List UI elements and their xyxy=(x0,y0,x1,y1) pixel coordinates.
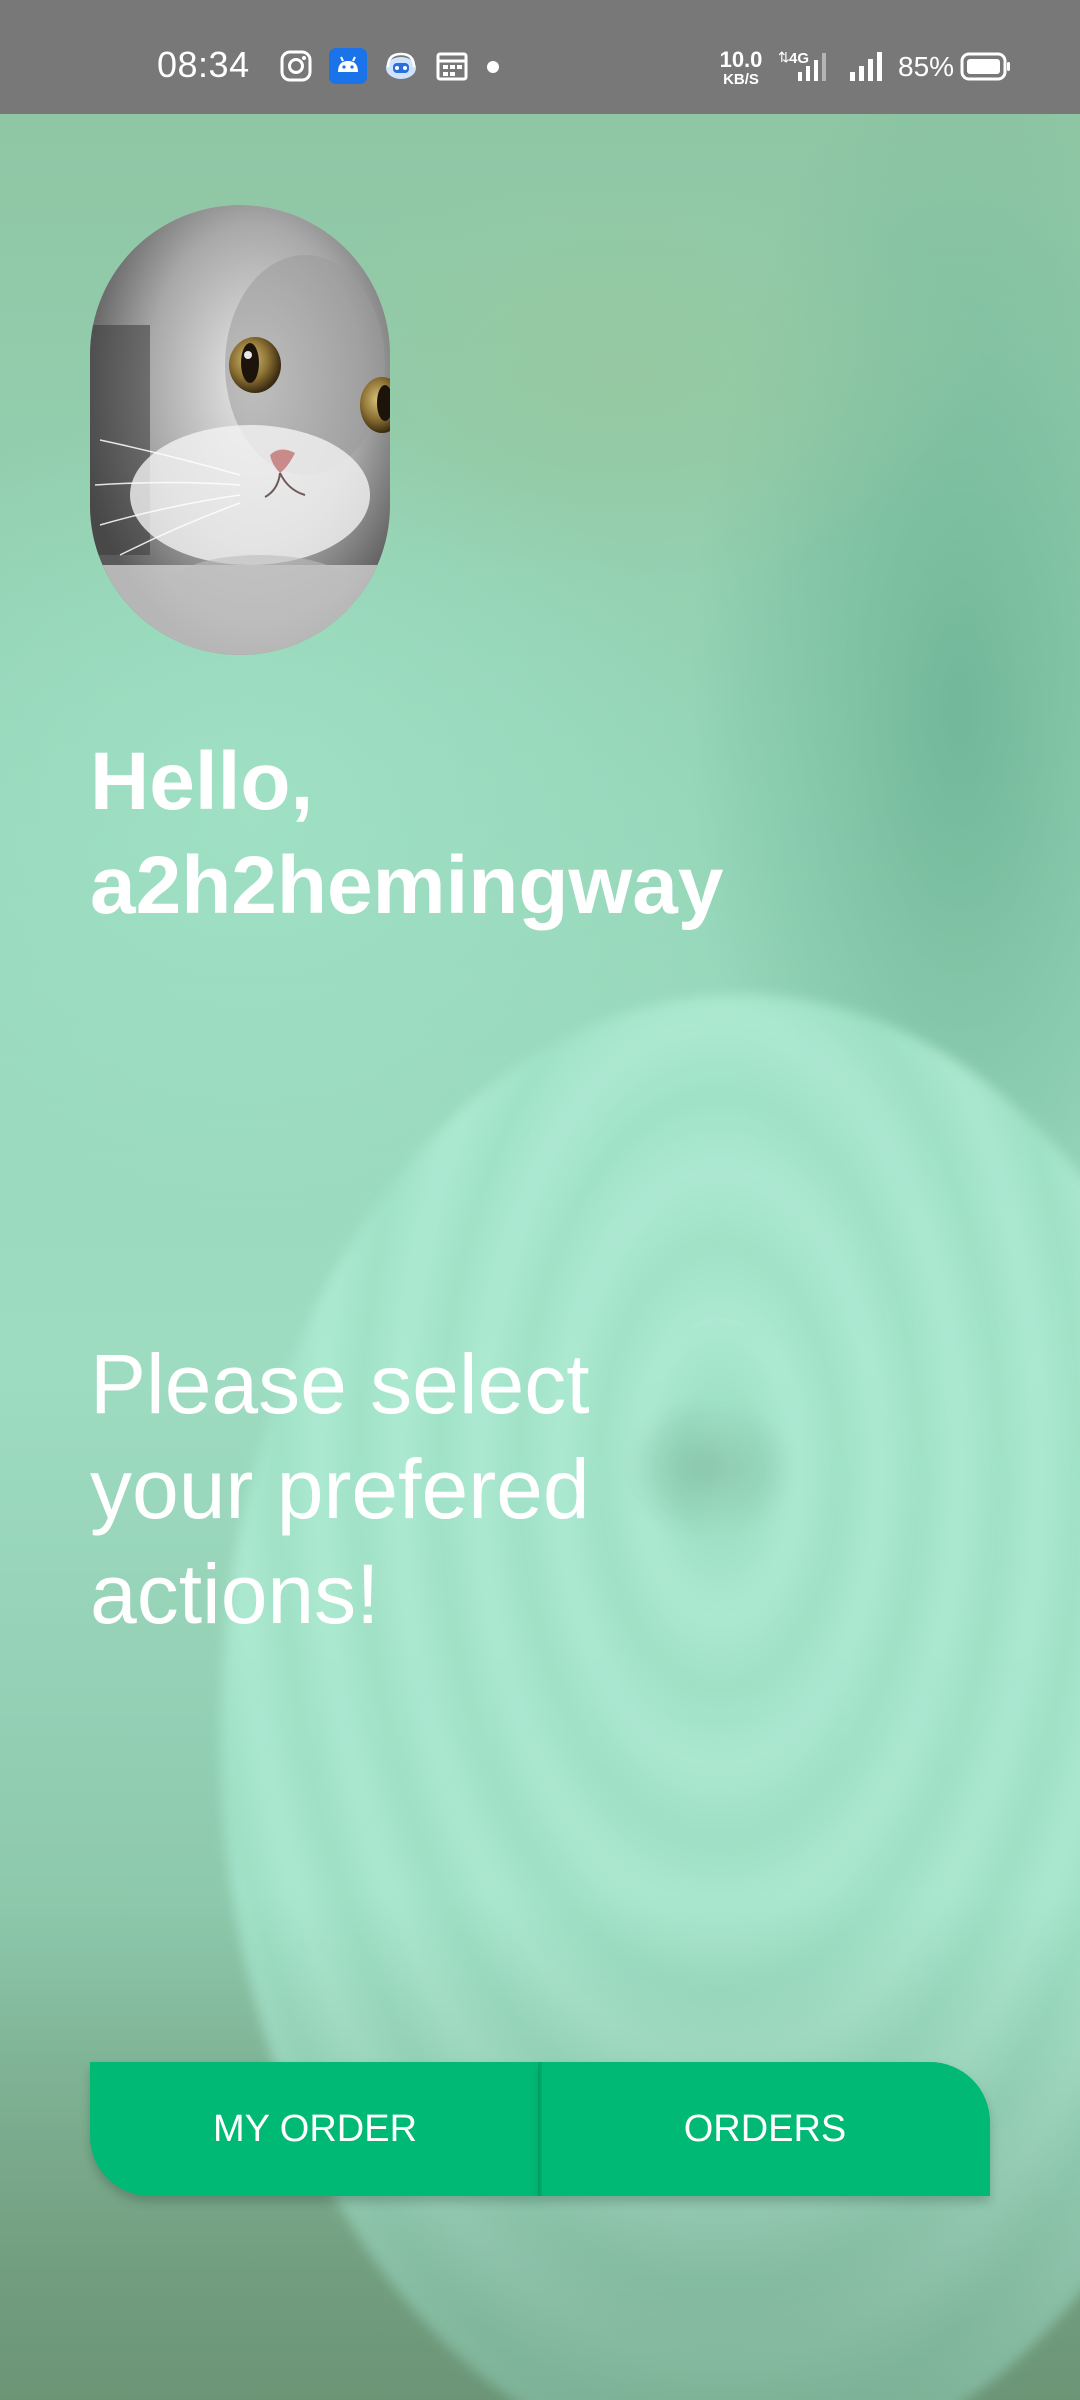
network-speed-value: 10.0 xyxy=(719,47,763,72)
network-speed: 10.0 KB/S xyxy=(716,47,766,88)
instagram-icon xyxy=(279,49,313,83)
battery-percent: 85% xyxy=(898,51,955,82)
status-bar: 08:34 10.0 KB/S ⇅ 4G 85% xyxy=(0,0,1080,114)
battery-icon xyxy=(960,52,1012,86)
notification-dot xyxy=(487,61,499,73)
data-4g-icon: ⇅ 4G xyxy=(776,48,834,82)
my-order-button[interactable]: MY ORDER xyxy=(90,2062,540,2196)
network-speed-unit: KB/S xyxy=(723,71,759,88)
greeting-heading: Hello, a2h2hemingway xyxy=(90,730,990,938)
action-buttons: MY ORDER ORDERS xyxy=(90,2062,990,2196)
status-time: 08:34 xyxy=(157,44,250,85)
action-prompt: Please select your prefered actions! xyxy=(90,1332,710,1647)
greeting-username: a2h2hemingway xyxy=(90,840,724,931)
avatar xyxy=(90,205,390,655)
action-prompt-line-2: your prefered xyxy=(90,1442,590,1536)
android-icon xyxy=(329,48,367,84)
svg-text:⇅: ⇅ xyxy=(778,49,790,65)
orders-button[interactable]: ORDERS xyxy=(540,2062,990,2196)
greeting-hello: Hello, xyxy=(90,736,314,827)
action-prompt-line-3: actions! xyxy=(90,1547,380,1641)
signal-icon xyxy=(848,48,888,82)
svg-text:4G: 4G xyxy=(789,50,809,67)
action-prompt-line-1: Please select xyxy=(90,1337,590,1431)
button-divider xyxy=(538,2062,542,2196)
calendar-icon xyxy=(435,49,469,83)
cat-photo xyxy=(90,205,390,655)
headset-robot-icon xyxy=(382,49,420,83)
